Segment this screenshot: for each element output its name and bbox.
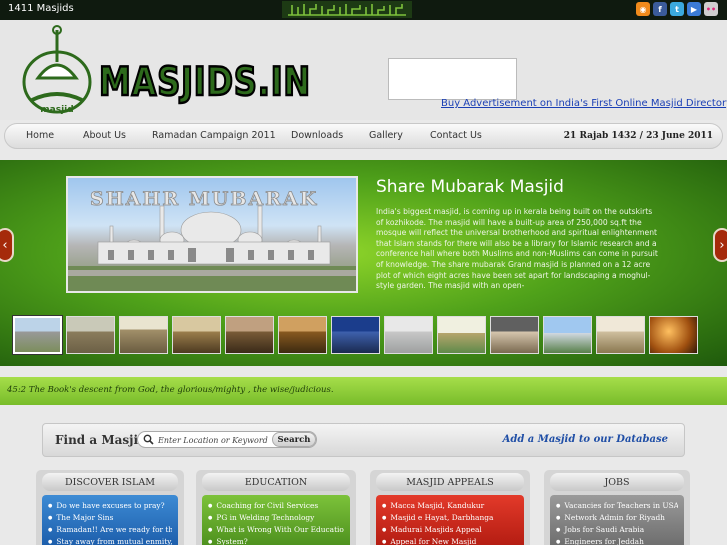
facebook-icon[interactable]: f: [653, 2, 667, 16]
svg-text:masjid: masjid: [40, 105, 73, 115]
thumbnail[interactable]: [225, 316, 274, 354]
list-item[interactable]: Stay away from mutual enmity, it: [48, 536, 172, 545]
list-item[interactable]: Masjid e Hayat, Darbhanga: [382, 512, 518, 524]
rss-icon[interactable]: ◉: [636, 2, 650, 16]
thumbnail[interactable]: [437, 316, 486, 354]
search-button[interactable]: Search: [272, 432, 316, 447]
main-nav: Home About Us Ramadan Campaign 2011 Down…: [4, 123, 723, 149]
find-masjid-label: Find a Masjid: [55, 433, 147, 447]
box-body: Do we have excuses to pray? The Major Si…: [42, 495, 178, 545]
add-masjid-link[interactable]: Add a Masjid to our Database: [503, 434, 668, 445]
banner-text: SHAHR MUBARAK: [90, 188, 318, 210]
box-body: Coaching for Civil Services PG in Weldin…: [202, 495, 350, 545]
social-links: ◉ f t ▶ ••: [636, 2, 718, 16]
thumbnail[interactable]: [649, 316, 698, 354]
thumbnail[interactable]: [12, 315, 63, 355]
list-item[interactable]: Do we have excuses to pray?: [48, 500, 172, 512]
featured-image[interactable]: SHAHR MUBARAK: [66, 176, 358, 293]
box-title[interactable]: EDUCATION: [202, 473, 350, 491]
location-search-input[interactable]: [158, 433, 274, 447]
slider-next-arrow[interactable]: ›: [713, 228, 727, 262]
thumbnail[interactable]: [490, 316, 539, 354]
buy-advertisement-link[interactable]: Buy Advertisement on India's First Onlin…: [441, 98, 727, 109]
thumbnail-strip: [9, 315, 709, 358]
box-title[interactable]: MASJID APPEALS: [376, 473, 524, 491]
mosque-image: SHAHR MUBARAK: [68, 188, 356, 291]
box-body: Macca Masjid, Kandukur Masjid e Hayat, D…: [376, 495, 524, 545]
masjid-count: 1411 Masjids: [8, 3, 74, 14]
box-title[interactable]: JOBS: [550, 473, 684, 491]
list-item[interactable]: The Major Sins: [48, 512, 172, 524]
slider-prev-arrow[interactable]: ‹: [0, 228, 14, 262]
date-display: 21 Rajab 1432 / 23 June 2011: [563, 131, 713, 141]
thumbnail[interactable]: [119, 316, 168, 354]
masjid-appeals-box: MASJID APPEALS Macca Masjid, Kandukur Ma…: [370, 470, 530, 545]
nav-downloads[interactable]: Downloads: [291, 130, 343, 141]
list-item[interactable]: Madurai Masjids Appeal: [382, 524, 518, 536]
thumbnail[interactable]: [384, 316, 433, 354]
masjids-logo[interactable]: masjid MASJIDS.IN: [14, 22, 319, 118]
list-item[interactable]: Network Admin for Riyadh: [556, 512, 678, 524]
list-item[interactable]: Coaching for Civil Services: [208, 500, 344, 512]
search-icon: [143, 434, 154, 445]
nav-about-us[interactable]: About Us: [83, 130, 126, 141]
list-item[interactable]: Engineers for Jeddah: [556, 536, 678, 545]
nav-ramadan-campaign[interactable]: Ramadan Campaign 2011: [152, 130, 276, 141]
top-bar: 1411 Masjids ◉ f t ▶ ••: [0, 0, 727, 20]
quran-quote-bar: 45:2 The Book's descent from God, the gl…: [0, 377, 727, 405]
list-item[interactable]: Vacancies for Teachers in USA: [556, 500, 678, 512]
box-title[interactable]: DISCOVER ISLAM: [42, 473, 178, 491]
thumbnail[interactable]: [331, 316, 380, 354]
thumbnail[interactable]: [543, 316, 592, 354]
list-item[interactable]: What is Wrong With Our Education: [208, 524, 344, 536]
discover-islam-box: DISCOVER ISLAM Do we have excuses to pra…: [36, 470, 184, 545]
nav-gallery[interactable]: Gallery: [369, 130, 403, 141]
list-item[interactable]: Jobs for Saudi Arabia: [556, 524, 678, 536]
jobs-box: JOBS Vacancies for Teachers in USA Netwo…: [544, 470, 690, 545]
thumbnail[interactable]: [66, 316, 115, 354]
box-body: Vacancies for Teachers in USA Network Ad…: [550, 495, 684, 545]
youtube-icon[interactable]: ▶: [687, 2, 701, 16]
education-box: EDUCATION Coaching for Civil Services PG…: [196, 470, 356, 545]
list-item[interactable]: Ramadan!! Are we ready for that?: [48, 524, 172, 536]
list-item[interactable]: Appeal for New Masjid: [382, 536, 518, 545]
thumbnail[interactable]: [278, 316, 327, 354]
thumbnail[interactable]: [172, 316, 221, 354]
list-item[interactable]: PG in Welding Technology: [208, 512, 344, 524]
thumbnail[interactable]: [596, 316, 645, 354]
advertisement-box[interactable]: [388, 58, 517, 100]
flickr-icon[interactable]: ••: [704, 2, 718, 16]
list-item[interactable]: System?: [208, 536, 344, 545]
logo-wordmark: MASJIDS.IN: [99, 60, 311, 105]
quran-quote: 45:2 The Book's descent from God, the gl…: [7, 385, 334, 395]
nav-contact-us[interactable]: Contact Us: [430, 130, 482, 141]
nav-home[interactable]: Home: [26, 130, 54, 141]
find-masjid-bar: Find a Masjid Search Add a Masjid to our…: [42, 423, 685, 457]
featured-slider: ‹ › SHAHR MUBARAK Share Mubarak Masjid I…: [0, 160, 727, 366]
twitter-icon[interactable]: t: [670, 2, 684, 16]
featured-description: India's biggest masjid, is coming up in …: [376, 207, 658, 291]
bismillah-calligraphy: [282, 1, 412, 18]
featured-title[interactable]: Share Mubarak Masjid: [376, 177, 564, 197]
list-item[interactable]: Macca Masjid, Kandukur: [382, 500, 518, 512]
